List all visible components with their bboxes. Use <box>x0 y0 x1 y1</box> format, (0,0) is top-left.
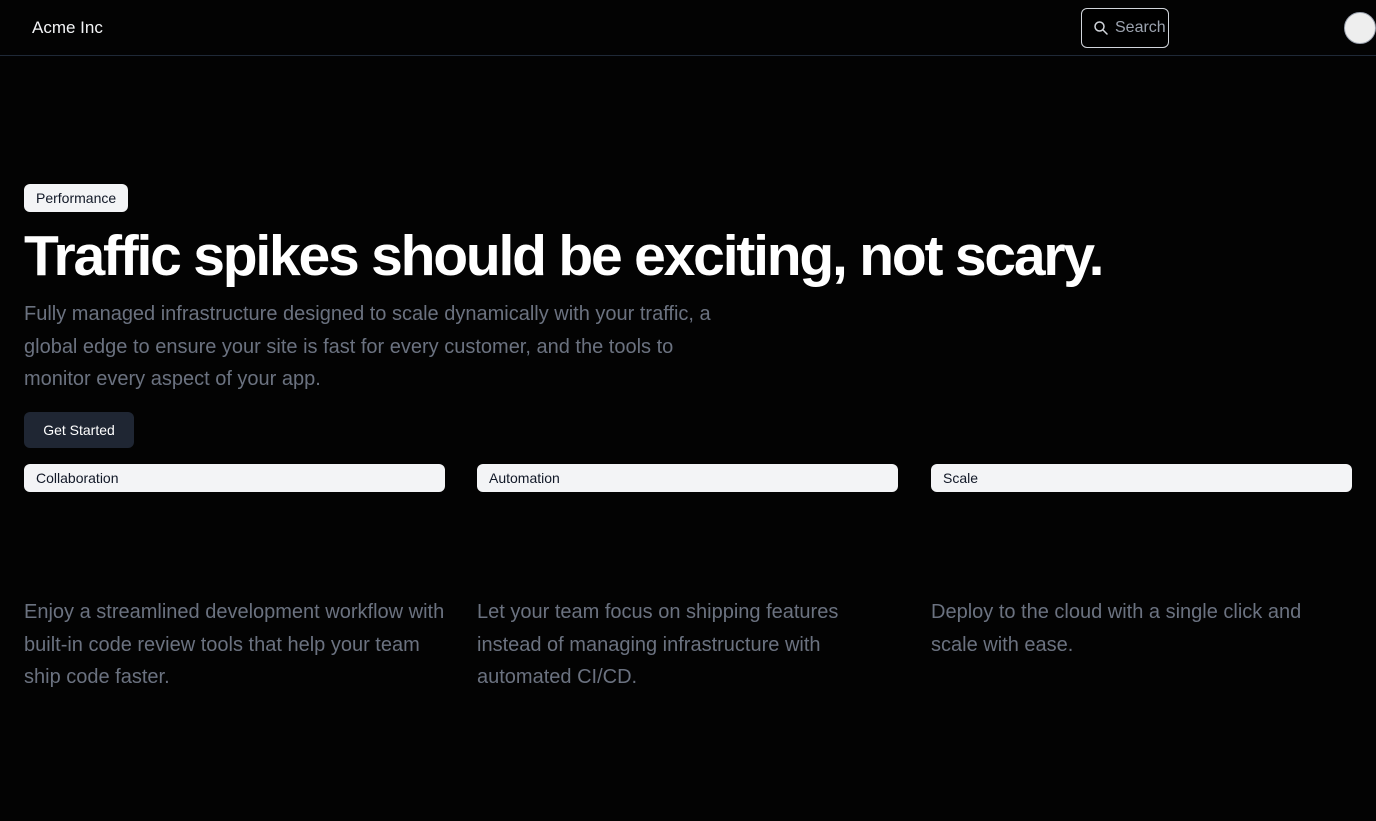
search-field[interactable] <box>1081 8 1169 48</box>
scale-feature-description: Deploy to the cloud with a single click … <box>931 601 1302 656</box>
get-started-button[interactable]: Get Started <box>24 412 134 448</box>
brand-name[interactable]: Acme Inc <box>32 17 103 39</box>
search-icon <box>1094 21 1108 35</box>
performance-badge: Performance <box>24 184 129 212</box>
collaboration-feature-label: Collaboration <box>24 464 445 492</box>
top-navigation: Acme Inc <box>0 0 1376 56</box>
search-input[interactable] <box>1115 18 1167 38</box>
user-avatar[interactable] <box>1344 12 1376 44</box>
automation-feature-description: Let your team focus on shipping features… <box>477 601 839 688</box>
hero-description: Fully managed infrastructure designed to… <box>24 303 711 390</box>
scale-feature-label: Scale <box>931 464 1352 492</box>
automation-feature-label: Automation <box>477 464 898 492</box>
hero-headline: Traffic spikes should be exciting, not s… <box>24 224 1104 288</box>
collaboration-feature-description: Enjoy a streamlined development workflow… <box>24 601 445 688</box>
